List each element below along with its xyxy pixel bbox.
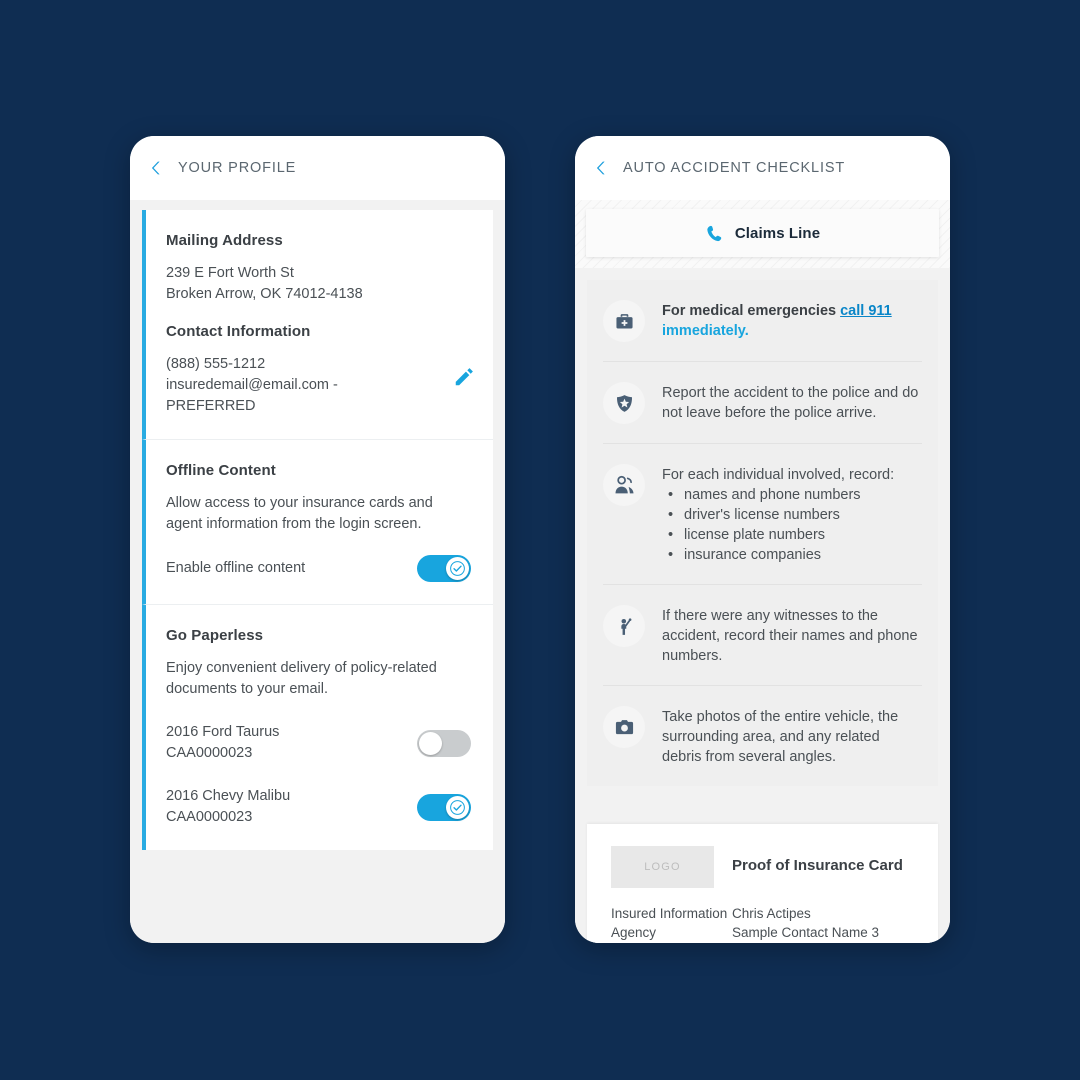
checklist-item-text: Take photos of the entire vehicle, the s… [662,709,899,765]
contact-information-heading: Contact Information [166,323,311,340]
insurance-card-rows: Insured Information Chris Actipes Agency… [611,904,914,943]
claims-line-strip: Claims Line [575,200,950,268]
mailing-address-line-2: Broken Arrow, OK 74012-4138 [166,286,363,302]
table-row: Agency Sample Contact Name 3 [611,923,914,942]
card-go-paperless: Go Paperless Enjoy convenient delivery o… [142,604,493,850]
logo-placeholder: LOGO [611,846,714,888]
vehicle-row-chevy-malibu: 2016 Chevy Malibu CAA0000023 [166,786,471,828]
checklist-item-intro: For each individual involved, record: [662,467,895,483]
toggle-knob [446,795,469,819]
people-icon [603,464,645,506]
contact-email: insuredemail@email.com - PREFERRED [166,377,338,414]
row-key: Insured Information [611,906,728,921]
check-icon [450,799,465,815]
list-item: insurance companies [662,545,894,565]
checklist-sublist: names and phone numbers driver's license… [662,485,894,565]
checklist-item-text: For each individual involved, record: na… [662,463,894,565]
police-shield-icon [603,382,645,424]
chevron-left-icon[interactable] [148,159,166,177]
offline-content-heading: Offline Content [166,462,276,479]
checklist-item-medical-emergency[interactable]: For medical emergencies call 911 immedia… [603,280,922,361]
right-app-header: AUTO ACCIDENT CHECKLIST [575,136,950,200]
mailing-address-line-1: 239 E Fort Worth St [166,265,294,281]
left-app-header: YOUR PROFILE [130,136,505,200]
checklist-item-text: Report the accident to the police and do… [662,385,919,421]
row-key: Agency [611,925,657,940]
row-value: Sample Contact Name 3 [732,925,880,940]
offline-content-description: Allow access to your insurance cards and… [166,495,433,532]
checklist-item-text: For medical emergencies call 911 immedia… [662,299,922,341]
claims-line-label: Claims Line [734,224,821,242]
table-row: Insured Information Chris Actipes [611,904,914,923]
medical-text-prefix: For medical emergencies [662,303,841,319]
proof-of-insurance-card[interactable]: LOGO Proof of Insurance Card Insured Inf… [587,824,938,943]
toggle-knob [419,731,442,755]
phone-icon [707,225,722,241]
checklist-card: For medical emergencies call 911 immedia… [587,280,938,786]
checklist-item-record-individuals[interactable]: For each individual involved, record: na… [603,443,922,584]
checklist-item-take-photos[interactable]: Take photos of the entire vehicle, the s… [603,685,922,786]
mailing-address-heading: Mailing Address [166,232,283,249]
checklist-item-text: If there were any witnesses to the accid… [662,608,918,664]
checklist-item-witnesses[interactable]: If there were any witnesses to the accid… [603,584,922,685]
toggle-paperless-ford-taurus[interactable] [417,729,471,757]
contact-information-block: (888) 555-1212 insuredemail@email.com - … [166,354,473,417]
checklist-item-report-police[interactable]: Report the accident to the police and do… [603,361,922,443]
camera-icon [603,706,645,748]
page-title: YOUR PROFILE [178,160,297,176]
toggle-paperless-chevy-malibu[interactable] [417,793,471,821]
vehicle-policy-number: CAA0000023 [166,809,253,825]
card-offline-content: Offline Content Allow access to your ins… [142,439,493,604]
screenshot-stage: YOUR PROFILE Mailing Address 239 E Fort … [0,0,1080,1080]
checklist-content: Claims Line For medical emergencies call… [575,200,950,943]
vehicle-name: 2016 Chevy Malibu [166,788,291,804]
offline-content-toggle-row: Enable offline content [166,555,471,582]
page-title: AUTO ACCIDENT CHECKLIST [623,160,846,176]
phone-right-auto-accident-checklist: AUTO ACCIDENT CHECKLIST Claims Line For … [575,136,950,943]
contact-phone: (888) 555-1212 [166,356,266,372]
toggle-knob [446,557,469,580]
toggle-enable-offline-content[interactable] [417,555,471,582]
vehicle-labels: 2016 Ford Taurus CAA0000023 [166,722,279,764]
chevron-left-icon[interactable] [593,159,611,177]
vehicle-labels: 2016 Chevy Malibu CAA0000023 [166,786,290,828]
insurance-card-title: Proof of Insurance Card [732,857,903,874]
go-paperless-description: Enjoy convenient delivery of policy-rela… [166,660,437,697]
offline-content-toggle-label: Enable offline content [166,560,306,576]
vehicle-row-ford-taurus: 2016 Ford Taurus CAA0000023 [166,722,471,764]
list-item: names and phone numbers [662,485,894,505]
list-item: driver's license numbers [662,505,894,525]
card-mailing-and-contact: Mailing Address 239 E Fort Worth St Brok… [142,210,493,439]
pencil-icon[interactable] [453,366,475,388]
vehicle-policy-number: CAA0000023 [166,745,253,761]
check-icon [450,561,465,576]
profile-content: Mailing Address 239 E Fort Worth St Brok… [130,200,505,943]
row-value: Chris Actipes [732,906,811,921]
medical-text-suffix: immediately. [662,323,749,339]
witness-person-icon [603,605,645,647]
call-911-link[interactable]: call 911 [840,303,892,319]
insurance-card-header: LOGO Proof of Insurance Card [611,846,914,888]
vehicle-name: 2016 Ford Taurus [166,724,280,740]
list-item: license plate numbers [662,525,894,545]
phone-left-your-profile: YOUR PROFILE Mailing Address 239 E Fort … [130,136,505,943]
go-paperless-heading: Go Paperless [166,627,264,644]
medical-bag-icon [603,300,645,342]
claims-line-button[interactable]: Claims Line [586,209,939,257]
